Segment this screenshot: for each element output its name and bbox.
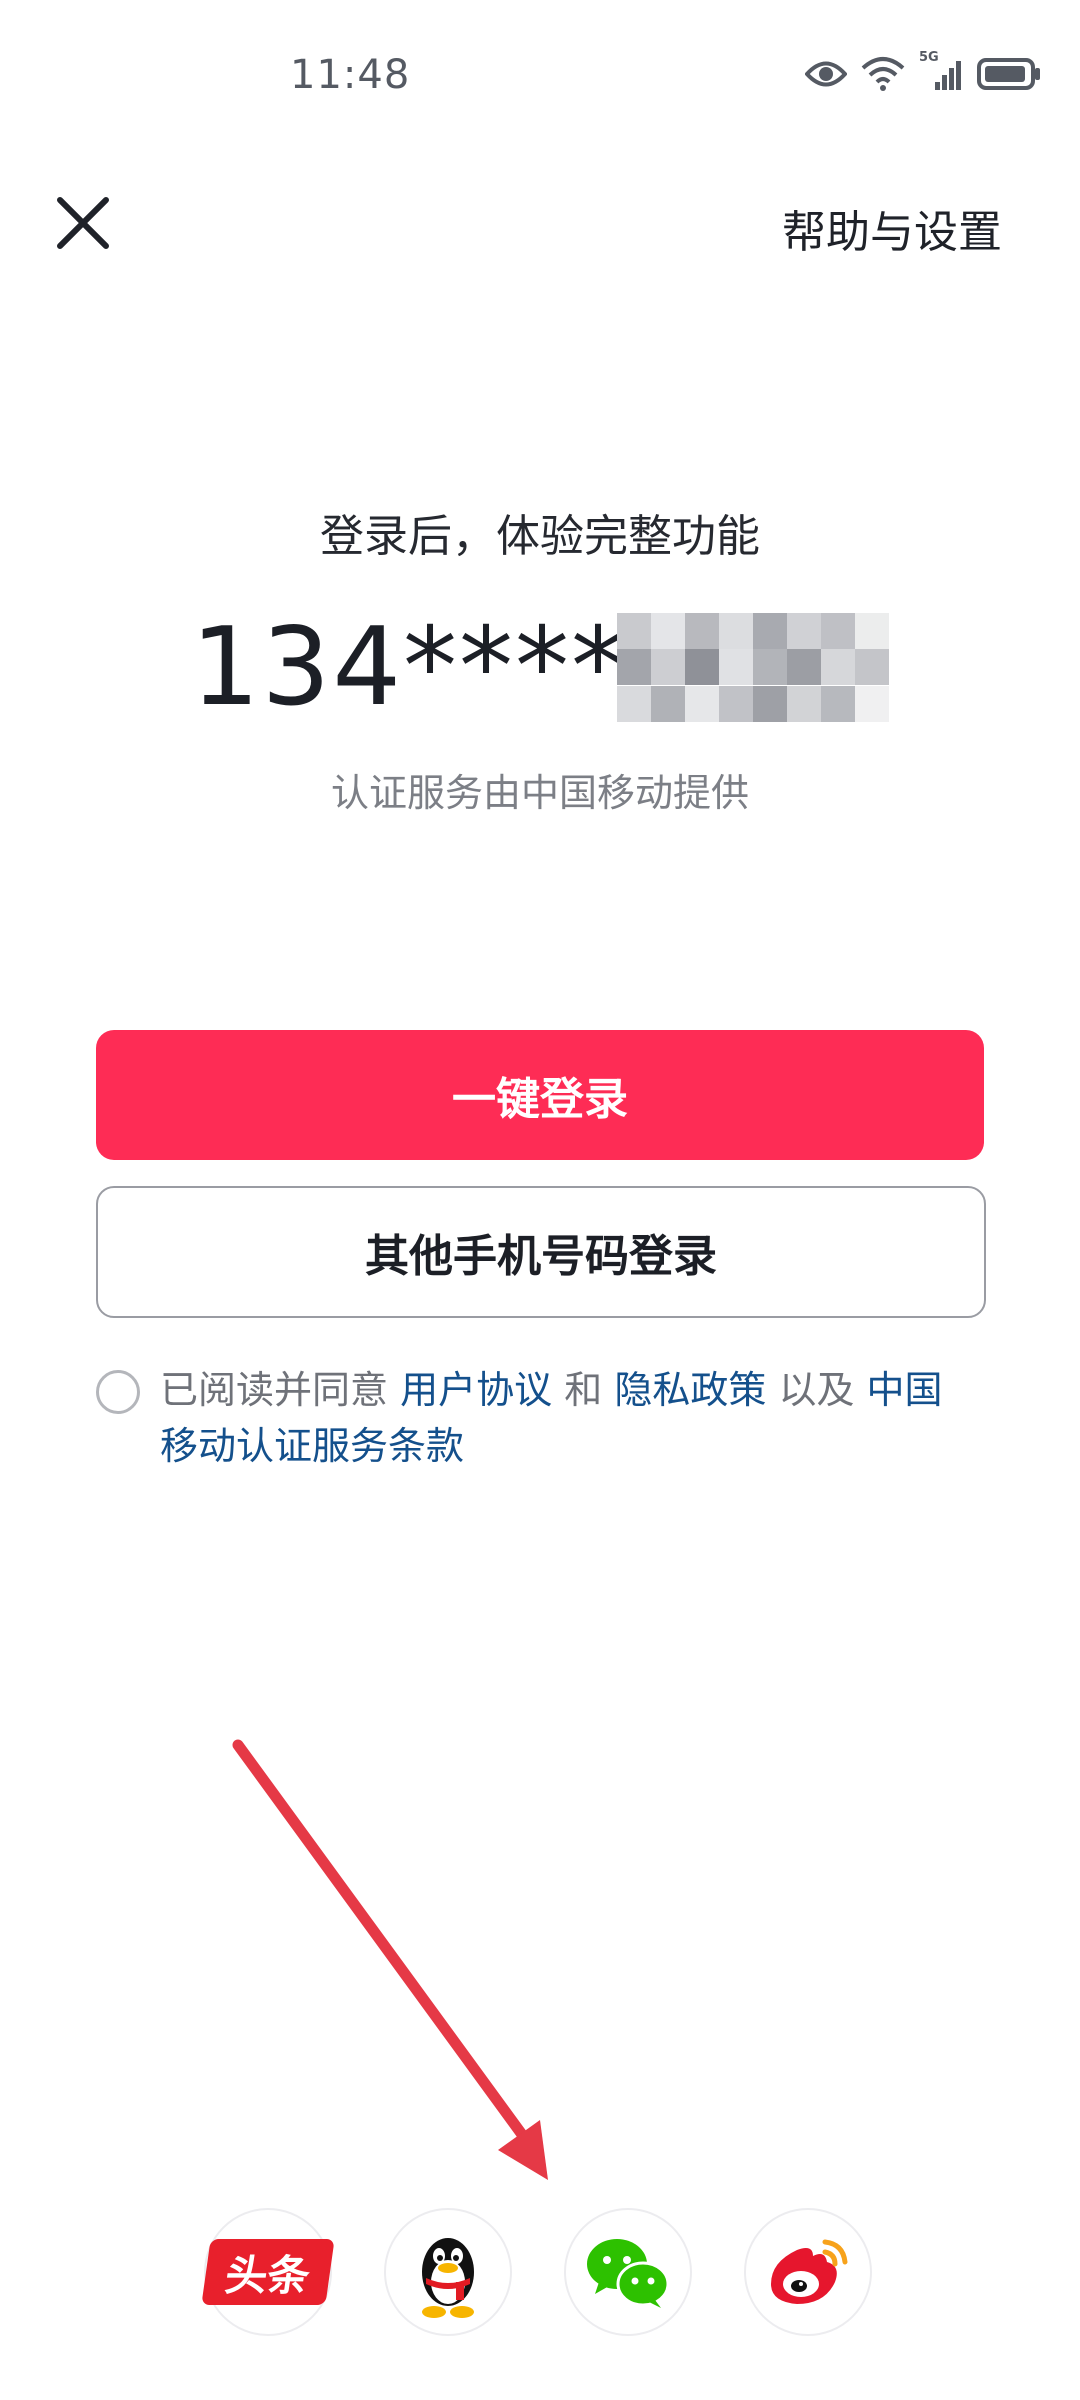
eye-icon bbox=[805, 61, 847, 87]
auth-provider-note: 认证服务由中国移动提供 bbox=[330, 771, 749, 815]
wechat-login-button[interactable] bbox=[564, 2208, 692, 2336]
close-icon bbox=[57, 197, 109, 249]
user-agreement-link[interactable]: 用户协议 bbox=[400, 1368, 552, 1412]
one-click-login-button[interactable]: 一键登录 bbox=[96, 1030, 984, 1160]
agreement-as-well-as: 以及 bbox=[778, 1368, 855, 1412]
agreement-and: 和 bbox=[564, 1368, 603, 1412]
close-button[interactable] bbox=[52, 192, 114, 254]
phone-number-prefix: 134**** bbox=[190, 605, 628, 730]
status-icons: 5G bbox=[805, 50, 1041, 92]
qq-penguin-icon bbox=[422, 2238, 474, 2318]
agreement-prefix: 已阅读并同意 bbox=[160, 1368, 389, 1412]
signal-icon: 5G bbox=[919, 50, 963, 92]
toutiao-login-button[interactable]: 头条 bbox=[201, 2208, 335, 2336]
wifi-icon bbox=[861, 57, 905, 91]
privacy-policy-link[interactable]: 隐私政策 bbox=[614, 1368, 766, 1412]
masked-phone-number: 134**** bbox=[0, 605, 1080, 730]
battery-icon bbox=[977, 58, 1040, 90]
status-time: 11:48 bbox=[290, 52, 411, 98]
weibo-icon bbox=[771, 2239, 848, 2304]
help-settings-link[interactable]: 帮助与设置 bbox=[782, 196, 1002, 260]
other-phone-login-button[interactable]: 其他手机号码登录 bbox=[96, 1186, 986, 1318]
pixelated-redaction bbox=[617, 612, 890, 723]
agreement-text: 已阅读并同意 用户协议 和 隐私政策 以及 中国移动认证服务条款 bbox=[160, 1362, 980, 1474]
qq-login-button[interactable] bbox=[384, 2208, 512, 2336]
wechat-icon bbox=[587, 2239, 670, 2308]
toutiao-icon: 头条 bbox=[201, 2239, 335, 2305]
page-headline: 登录后，体验完整功能 bbox=[320, 511, 760, 562]
toutiao-label: 头条 bbox=[222, 2250, 314, 2300]
agreement-checkbox[interactable] bbox=[96, 1370, 140, 1414]
weibo-login-button[interactable] bbox=[744, 2208, 872, 2336]
